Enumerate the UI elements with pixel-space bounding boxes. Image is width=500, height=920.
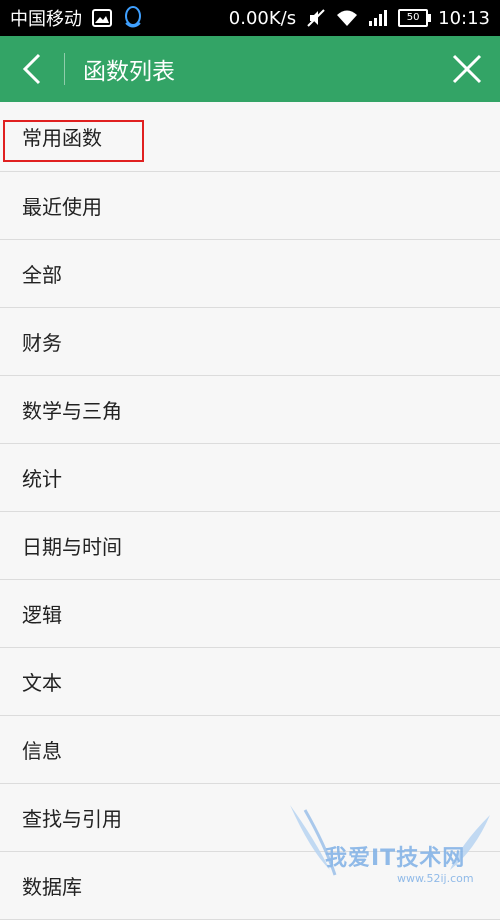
- header-divider: [64, 53, 65, 85]
- list-item[interactable]: 日期与时间: [0, 512, 500, 580]
- clock: 10:13: [438, 7, 490, 29]
- wifi-icon: [336, 9, 358, 27]
- function-category-list: 常用函数 最近使用 全部 财务 数学与三角 统计 日期与时间 逻辑 文本 信息 查找与引用 数据库: [0, 102, 500, 920]
- list-item-label: 财务: [22, 331, 62, 355]
- watermark: 我爱IT技术网 www.52ij.com: [285, 800, 495, 888]
- list-item[interactable]: 财务: [0, 308, 500, 376]
- signal-icon: [368, 9, 388, 27]
- battery-icon: 50: [398, 9, 432, 27]
- list-item-label: 最近使用: [22, 195, 102, 219]
- list-item-label: 数学与三角: [22, 399, 122, 423]
- list-item-label: 逻辑: [22, 603, 62, 627]
- close-button[interactable]: [434, 36, 500, 102]
- app-header: 函数列表: [0, 36, 500, 102]
- watermark-text: 我爱IT技术网: [325, 846, 466, 871]
- list-item-label: 全部: [22, 263, 62, 287]
- qq-penguin-icon: [122, 6, 144, 30]
- list-item-label: 数据库: [22, 875, 82, 899]
- list-item[interactable]: 统计: [0, 444, 500, 512]
- watermark-url: www.52ij.com: [397, 872, 474, 885]
- list-item[interactable]: 全部: [0, 240, 500, 308]
- image-notification-icon: [92, 9, 112, 27]
- highlight-annotation: [3, 120, 144, 162]
- close-icon: [452, 54, 482, 84]
- list-item[interactable]: 数学与三角: [0, 376, 500, 444]
- status-bar: 中国移动 0.00K/s 50 10:13: [0, 0, 500, 36]
- list-item-label: 日期与时间: [22, 535, 122, 559]
- list-item-label: 查找与引用: [22, 807, 122, 831]
- list-item-label: 文本: [22, 671, 62, 695]
- network-speed: 0.00K/s: [228, 7, 297, 29]
- carrier-name: 中国移动: [10, 9, 82, 30]
- list-item-label: 信息: [22, 739, 62, 763]
- list-item[interactable]: 逻辑: [0, 580, 500, 648]
- page-title: 函数列表: [83, 59, 175, 85]
- mute-icon: [306, 8, 326, 28]
- list-item-label: 统计: [22, 467, 62, 491]
- back-button[interactable]: [0, 36, 64, 102]
- list-item[interactable]: 文本: [0, 648, 500, 716]
- list-item[interactable]: 信息: [0, 716, 500, 784]
- chevron-left-icon: [22, 53, 41, 85]
- list-item[interactable]: 最近使用: [0, 172, 500, 240]
